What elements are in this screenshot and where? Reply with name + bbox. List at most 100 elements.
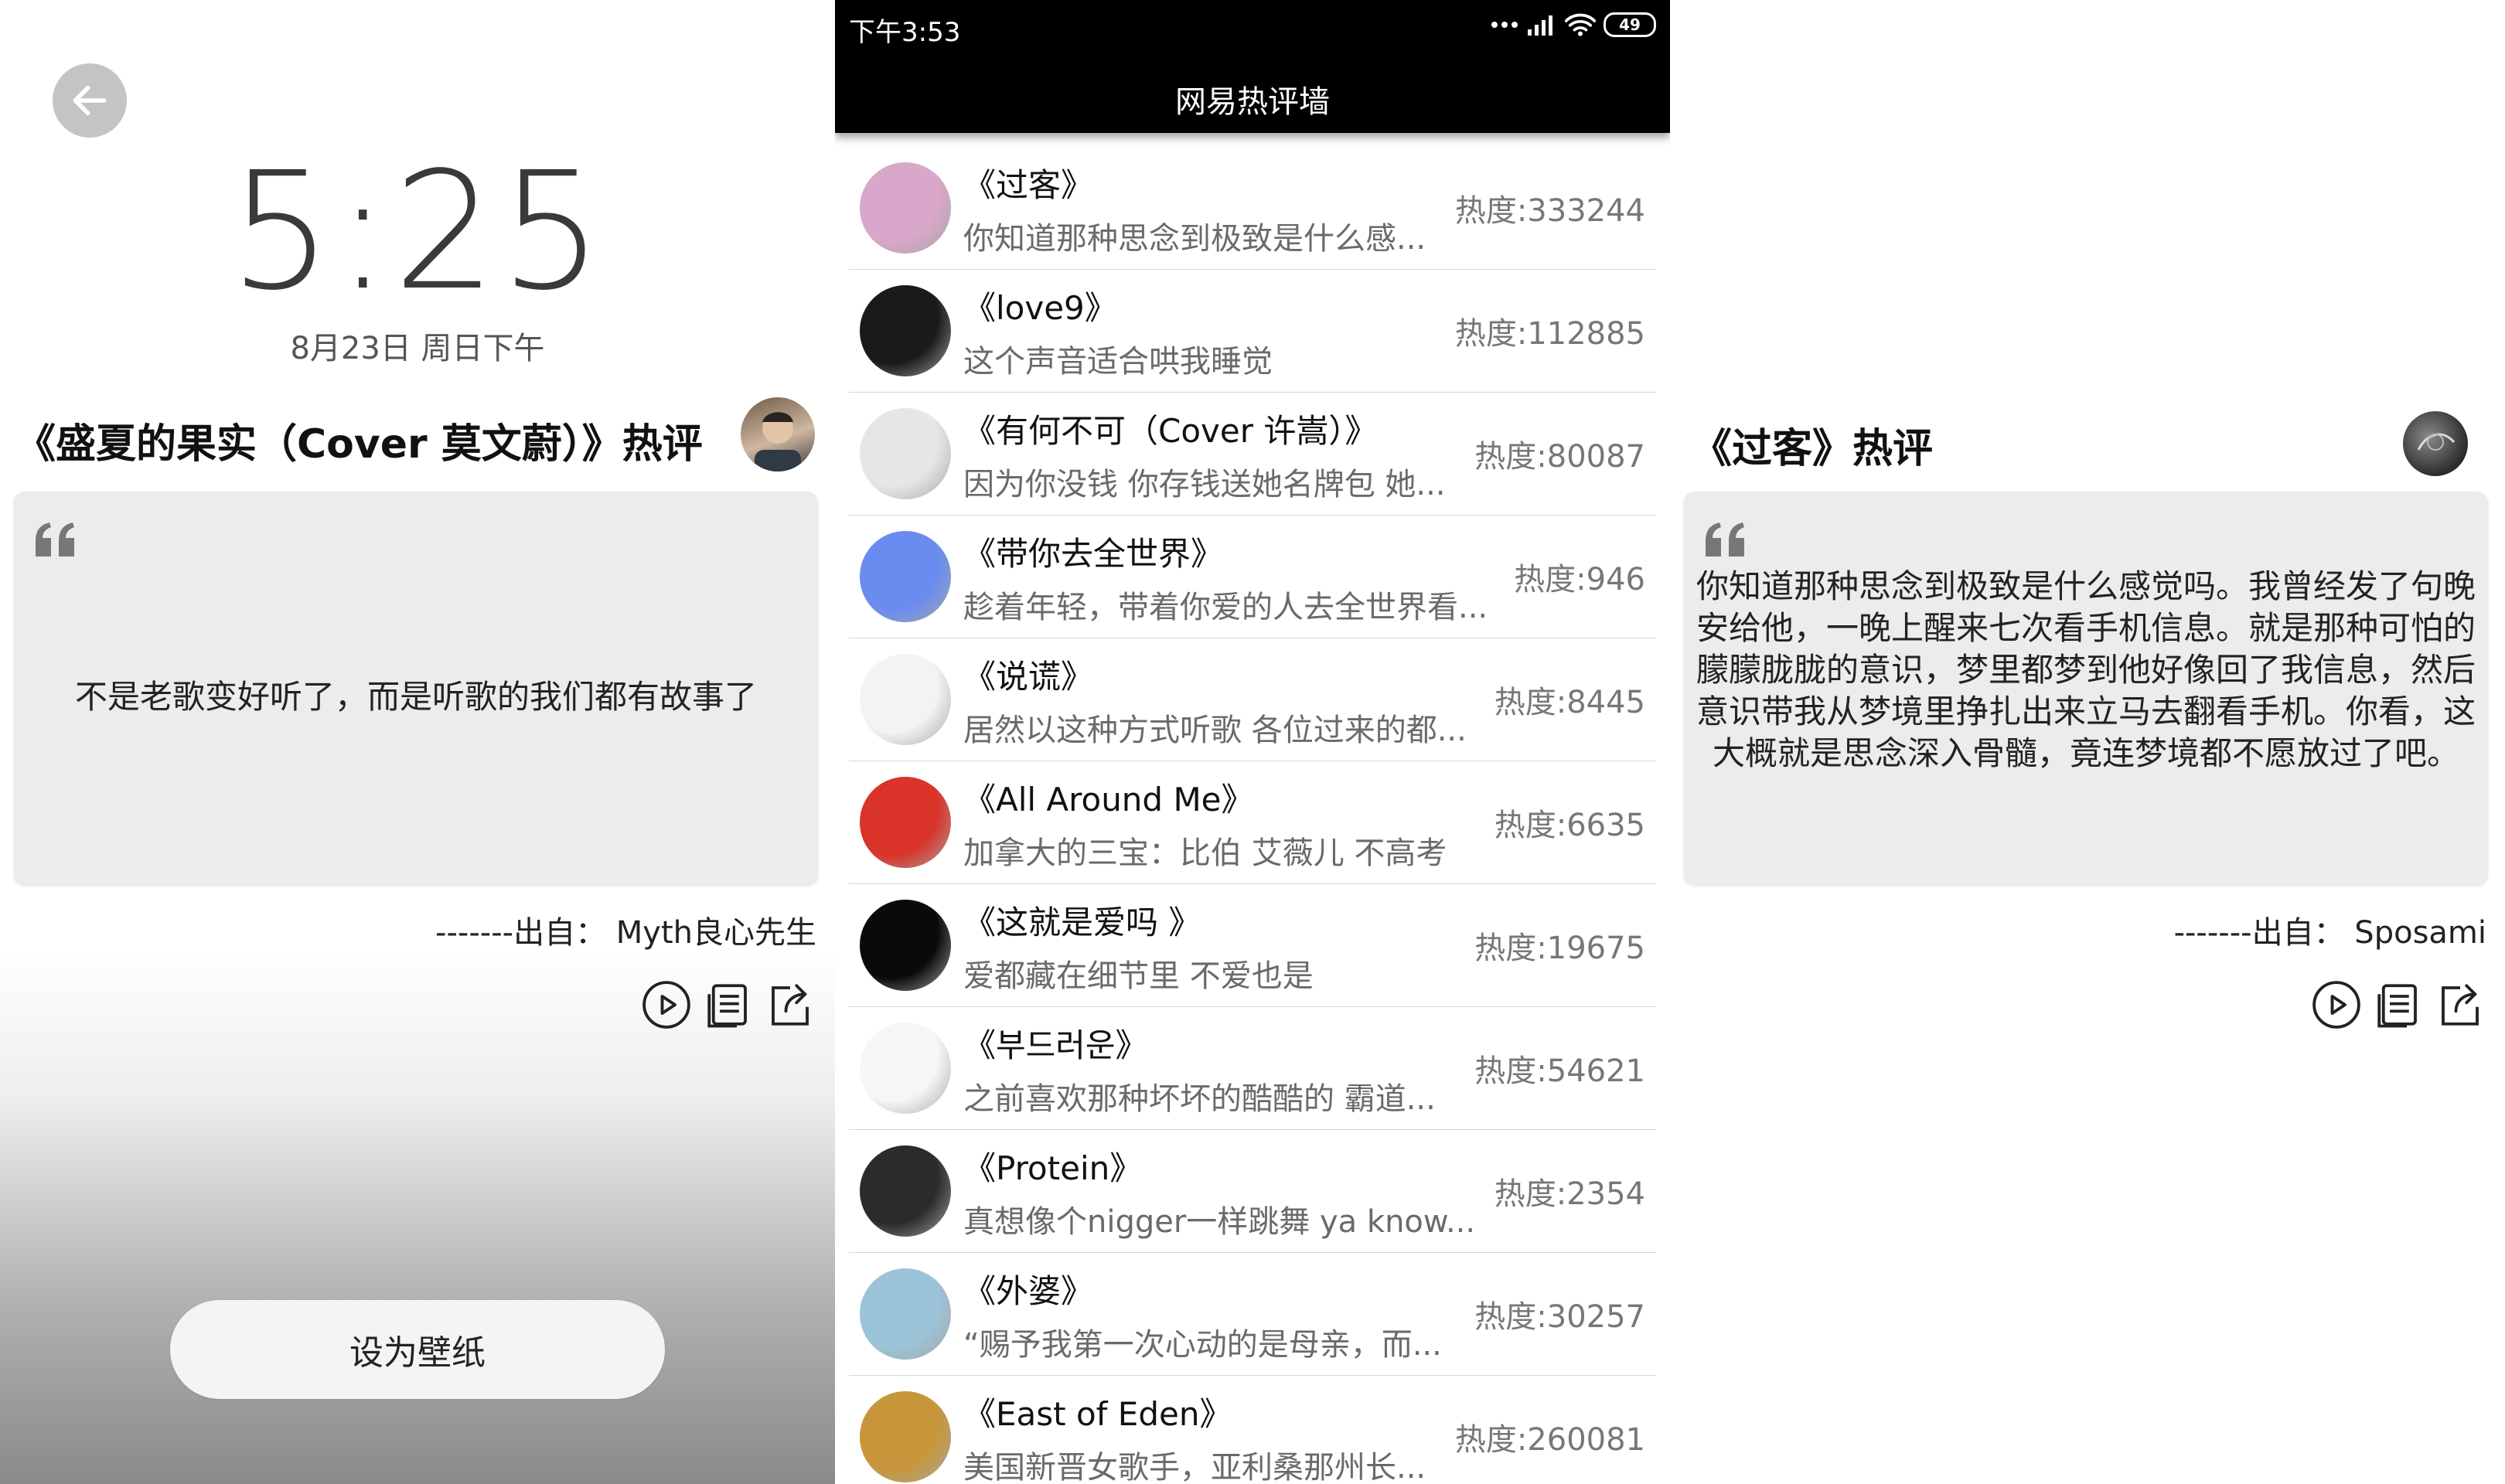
- song-title: 《love9》: [963, 289, 1117, 327]
- lock-screen-date: 8月23日 周日下午: [290, 331, 545, 366]
- comment-title: 《盛夏的果实（Cover 莫文蔚）》热评: [15, 421, 703, 468]
- heat-count: 热度:333244: [1454, 193, 1645, 229]
- album-cover: [860, 1145, 951, 1237]
- quote-text: 不是老歌变好听了，而是听歌的我们都有故事了: [74, 678, 757, 716]
- comment-preview: 之前喜欢那种坏坏的酷酷的 霸道...: [963, 1081, 1436, 1117]
- album-cover: [860, 162, 951, 254]
- avatar-image: [2417, 433, 2456, 451]
- heat-count: 热度:2354: [1494, 1176, 1645, 1212]
- status-bar: 下午3:53 49: [835, 0, 1670, 56]
- song-list-item[interactable]: 《过客》你知道那种思念到极致是什么感... 热度:333244: [849, 147, 1656, 270]
- heat-count: 热度:8445: [1494, 685, 1645, 720]
- album-cover: [860, 777, 951, 868]
- album-cover: [860, 1023, 951, 1114]
- avatar[interactable]: [2403, 411, 2468, 476]
- signal-icon: [1528, 15, 1552, 36]
- back-button[interactable]: [53, 63, 127, 138]
- song-list-item[interactable]: 《这就是爱吗 》爱都藏在细节里 不爱也是 热度:19675: [849, 884, 1656, 1007]
- song-list-item[interactable]: 《부드러운》之前喜欢那种坏坏的酷酷的 霸道... 热度:54621: [849, 1007, 1656, 1130]
- comment-preview: 趁着年轻，带着你爱的人去全世界看...: [963, 590, 1488, 625]
- quote-mark-icon: [1706, 522, 1744, 556]
- set-wallpaper-button[interactable]: 设为壁纸: [170, 1300, 665, 1399]
- wifi-icon: [1565, 13, 1596, 36]
- comment-preview: 爱都藏在细节里 不爱也是: [963, 958, 1314, 994]
- song-list-item[interactable]: 《All Around Me》加拿大的三宝：比伯 艾薇儿 不高考 热度:6635: [849, 761, 1656, 884]
- heat-count: 热度:112885: [1454, 316, 1645, 352]
- battery-indicator: 49: [1604, 12, 1656, 37]
- song-list-item[interactable]: 《带你去全世界》趁着年轻，带着你爱的人去全世界看... 热度:946: [849, 516, 1656, 638]
- song-title: 《说谎》: [963, 658, 1094, 696]
- album-cover: [860, 1268, 951, 1360]
- document-icon: [707, 984, 747, 1028]
- quote-card: 不是老歌变好听了，而是听歌的我们都有故事了: [14, 492, 818, 884]
- wallpaper-preview-panel: 5:25 8月23日 周日下午 《盛夏的果实（Cover 莫文蔚）》热评 不是老…: [0, 0, 835, 1484]
- song-title: 《부드러운》: [963, 1026, 1148, 1064]
- heat-count: 热度:946: [1514, 562, 1645, 597]
- heat-count: 热度:80087: [1474, 439, 1645, 475]
- lock-screen-time: 5:25: [229, 137, 606, 326]
- song-list-item[interactable]: 《说谎》居然以这种方式听歌 各位过来的都... 热度:8445: [849, 638, 1656, 761]
- avatar[interactable]: [741, 397, 815, 471]
- document-icon: [2377, 984, 2417, 1028]
- song-list: 《过客》你知道那种思念到极致是什么感... 热度:333244 《love9》这个声…: [849, 147, 1656, 1484]
- song-list-item[interactable]: 《外婆》 “赐予我第一次心动的是母亲，而... 热度:30257: [849, 1253, 1656, 1376]
- lyrics-button[interactable]: [2372, 979, 2425, 1031]
- song-title: 《过客》: [963, 166, 1094, 204]
- comment-preview: 你知道那种思念到极致是什么感...: [963, 221, 1426, 257]
- song-title: 《All Around Me》: [963, 781, 1254, 819]
- song-list-item[interactable]: 《love9》这个声音适合哄我睡觉 热度:112885: [849, 270, 1656, 393]
- comment-preview: 居然以这种方式听歌 各位过来的都...: [963, 713, 1467, 748]
- album-cover: [860, 285, 951, 376]
- song-title: 《带你去全世界》: [963, 535, 1224, 573]
- quote-card: 你知道那种思念到极致是什么感觉吗。我曾经发了句晚安给他，一晚上醒来七次看手机信息…: [1684, 492, 2488, 884]
- song-title: 《这就是爱吗 》: [963, 904, 1201, 941]
- play-button[interactable]: [2310, 979, 2363, 1031]
- action-bar: [2310, 979, 2486, 1031]
- action-bar: [640, 979, 816, 1031]
- avatar-image: [755, 412, 801, 471]
- play-button[interactable]: [640, 979, 693, 1031]
- share-icon: [2442, 984, 2479, 1026]
- song-title: 《Protein》: [963, 1149, 1143, 1187]
- comment-preview: 美国新晋女歌手，亚利桑那州长...: [963, 1450, 1426, 1484]
- comment-title: 《过客》热评: [1692, 426, 1934, 472]
- song-title: 《East of Eden》: [963, 1395, 1232, 1433]
- comment-preview: “赐予我第一次心动的是母亲，而...: [963, 1327, 1442, 1363]
- song-title: 《外婆》: [963, 1272, 1094, 1310]
- heat-count: 热度:6635: [1494, 808, 1645, 843]
- album-cover: [860, 1391, 951, 1482]
- heat-count: 热度:19675: [1474, 931, 1645, 966]
- song-list-item[interactable]: 《Protein》真想像个nigger一样跳舞 ya know... 热度:235…: [849, 1130, 1656, 1253]
- status-time: 下午3:53: [849, 17, 961, 48]
- share-icon: [772, 984, 809, 1026]
- song-list-item[interactable]: 《East of Eden》美国新晋女歌手，亚利桑那州长... 热度:260081: [849, 1376, 1656, 1484]
- song-title: 《有何不可（Cover 许嵩）》: [963, 412, 1378, 450]
- quote-text: 你知道那种思念到极致是什么感觉吗。我曾经发了句晚安给他，一晚上醒来七次看手机信息…: [1696, 567, 2476, 772]
- comment-preview: 真想像个nigger一样跳舞 ya know...: [963, 1204, 1476, 1240]
- comment-preview: 因为你没钱 你存钱送她名牌包 她...: [963, 467, 1446, 502]
- album-cover: [860, 654, 951, 745]
- quote-mark-icon: [36, 522, 74, 556]
- album-cover: [860, 531, 951, 622]
- share-button[interactable]: [764, 979, 816, 1031]
- status-icons: 49: [1491, 12, 1656, 37]
- comment-detail-panel: 《过客》热评 你知道那种思念到极致是什么感觉吗。我曾经发了句晚安给他，一晚上醒来…: [1670, 0, 2505, 1484]
- play-circle-icon: [642, 981, 690, 1029]
- heat-count: 热度:260081: [1454, 1422, 1645, 1458]
- song-list-item[interactable]: 《有何不可（Cover 许嵩）》因为你没钱 你存钱送她名牌包 她... 热度:80…: [849, 393, 1656, 516]
- album-cover: [860, 408, 951, 499]
- arrow-left-icon: [73, 85, 107, 116]
- comment-preview: 加拿大的三宝：比伯 艾薇儿 不高考: [963, 836, 1447, 871]
- quote-source: -------出自： Myth良心先生: [435, 915, 816, 951]
- lyrics-button[interactable]: [702, 979, 755, 1031]
- album-cover: [860, 900, 951, 991]
- share-button[interactable]: [2434, 979, 2486, 1031]
- app-title: 网易热评墙: [1175, 84, 1330, 120]
- quote-source: -------出自： Sposami: [2173, 915, 2486, 951]
- play-circle-icon: [2312, 981, 2360, 1029]
- more-dots-icon: [1491, 22, 1518, 28]
- heat-count: 热度:54621: [1474, 1053, 1645, 1089]
- app-title-bar: 网易热评墙: [835, 56, 1670, 133]
- heat-count: 热度:30257: [1474, 1299, 1645, 1335]
- comment-preview: 这个声音适合哄我睡觉: [963, 344, 1273, 380]
